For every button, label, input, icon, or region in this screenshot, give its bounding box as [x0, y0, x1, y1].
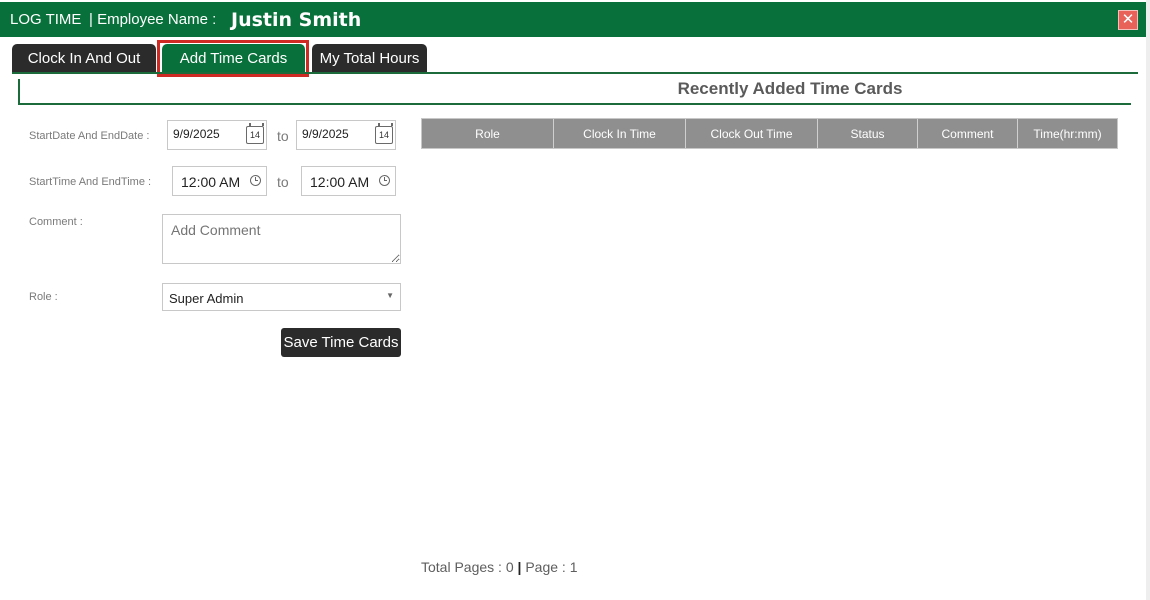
column-header-role[interactable]: Role [422, 119, 554, 148]
start-time-field[interactable]: 12:00 AM [172, 166, 267, 196]
clock-icon[interactable] [379, 175, 390, 186]
comment-input[interactable] [162, 214, 401, 264]
tab-my-total-hours[interactable]: My Total Hours [312, 44, 427, 72]
title-bar: LOG TIME | Employee Name : Justin Smith … [0, 2, 1146, 37]
time-to-label: to [277, 174, 289, 190]
role-label: Role : [29, 291, 58, 303]
role-select[interactable]: Super Admin ▼ [162, 283, 401, 311]
calendar-icon[interactable]: 14 [246, 123, 264, 144]
time-range-label: StartTime And EndTime : [29, 176, 152, 188]
pagination-info: Total Pages : 0 | Page : 1 [421, 559, 577, 575]
total-pages-text: Total Pages : 0 [421, 559, 514, 575]
employee-name-label: | Employee Name : [89, 11, 217, 28]
column-header-status[interactable]: Status [818, 119, 918, 148]
end-date-field[interactable]: 9/9/2025 14 [296, 120, 396, 150]
end-date-value: 9/9/2025 [302, 127, 349, 141]
calendar-icon[interactable]: 14 [375, 123, 393, 144]
save-time-cards-button[interactable]: Save Time Cards [281, 328, 401, 357]
start-date-field[interactable]: 9/9/2025 14 [167, 120, 267, 150]
column-header-time[interactable]: Time(hr:mm) [1018, 119, 1117, 148]
column-header-comment[interactable]: Comment [918, 119, 1018, 148]
column-header-clock-in-time[interactable]: Clock In Time [554, 119, 686, 148]
close-icon: ✕ [1121, 11, 1135, 28]
start-time-value: 12:00 AM [181, 174, 241, 190]
current-page-text: Page : 1 [525, 559, 578, 575]
date-to-label: to [277, 128, 289, 144]
recent-time-cards-title: Recently Added Time Cards [677, 79, 903, 98]
tab-underline [12, 72, 1138, 74]
app-title: LOG TIME [10, 11, 82, 28]
end-time-field[interactable]: 12:00 AM [301, 166, 396, 196]
end-time-value: 12:00 AM [310, 174, 370, 190]
column-header-clock-out-time[interactable]: Clock Out Time [686, 119, 818, 148]
chevron-down-icon: ▼ [386, 291, 394, 300]
comment-label: Comment : [29, 216, 83, 228]
clock-icon[interactable] [250, 175, 261, 186]
pager-separator: | [517, 559, 522, 575]
tab-clock-in-and-out[interactable]: Clock In And Out [12, 44, 156, 72]
close-button[interactable]: ✕ [1118, 10, 1138, 30]
time-cards-grid-header: Role Clock In Time Clock Out Time Status… [421, 118, 1118, 149]
date-range-label: StartDate And EndDate : [29, 130, 150, 142]
role-selected-value: Super Admin [169, 291, 244, 306]
start-date-value: 9/9/2025 [173, 127, 220, 141]
employee-name: Justin Smith [231, 9, 362, 31]
